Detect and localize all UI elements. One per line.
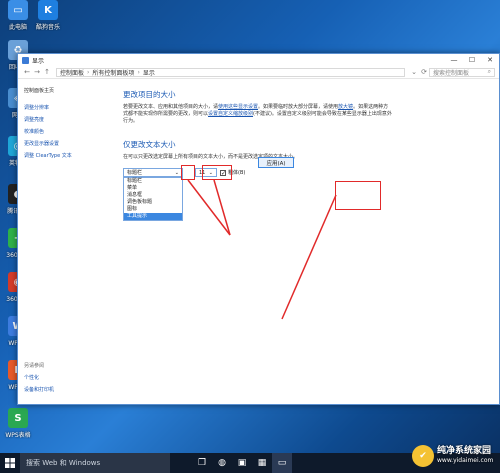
desktop-icon[interactable]: S WPS表格 (3, 408, 33, 439)
app-icon: S (8, 408, 28, 428)
arrow-line (213, 179, 231, 236)
browser-icon[interactable]: ◍ (212, 453, 232, 473)
watermark-title: 纯净系统家园 (437, 445, 492, 456)
arrow-line (281, 194, 337, 320)
watermark-logo-icon: ✔ (412, 444, 434, 467)
task-view-icon[interactable]: ❐ (192, 453, 212, 473)
watermark-url: www.yidaimei.com (437, 456, 494, 464)
media-player-icon[interactable]: ▣ (232, 453, 252, 473)
desktop-icon[interactable]: K 酷狗音乐 (33, 0, 63, 31)
desktop-icon-label: 此电脑 (8, 24, 27, 31)
arrow-line (187, 179, 231, 236)
control-panel-window: 显示 — ☐ ✕ ← → ↑ 控制面板 › 所有控制面板项 › 显示 ⌄ ⟳ 搜… (17, 53, 500, 405)
app-icon: ▭ (8, 0, 28, 20)
taskbar-search-box[interactable]: 搜索 Web 和 Windows (20, 453, 170, 473)
file-explorer-icon[interactable]: ▦ (252, 453, 272, 473)
desktop-icon-label: WPS表格 (5, 432, 31, 439)
desktop-icon-label: 酷狗音乐 (35, 24, 60, 31)
windows-start-icon[interactable] (0, 453, 20, 473)
app-icon: K (38, 0, 58, 20)
annotation-arrows (187, 179, 337, 320)
watermark: ✔ 纯净系统家园 www.yidaimei.com (412, 438, 500, 473)
desktop-icon[interactable]: ▭ 此电脑 (3, 0, 33, 31)
control-panel-taskbar-icon[interactable]: ▭ (272, 453, 292, 473)
